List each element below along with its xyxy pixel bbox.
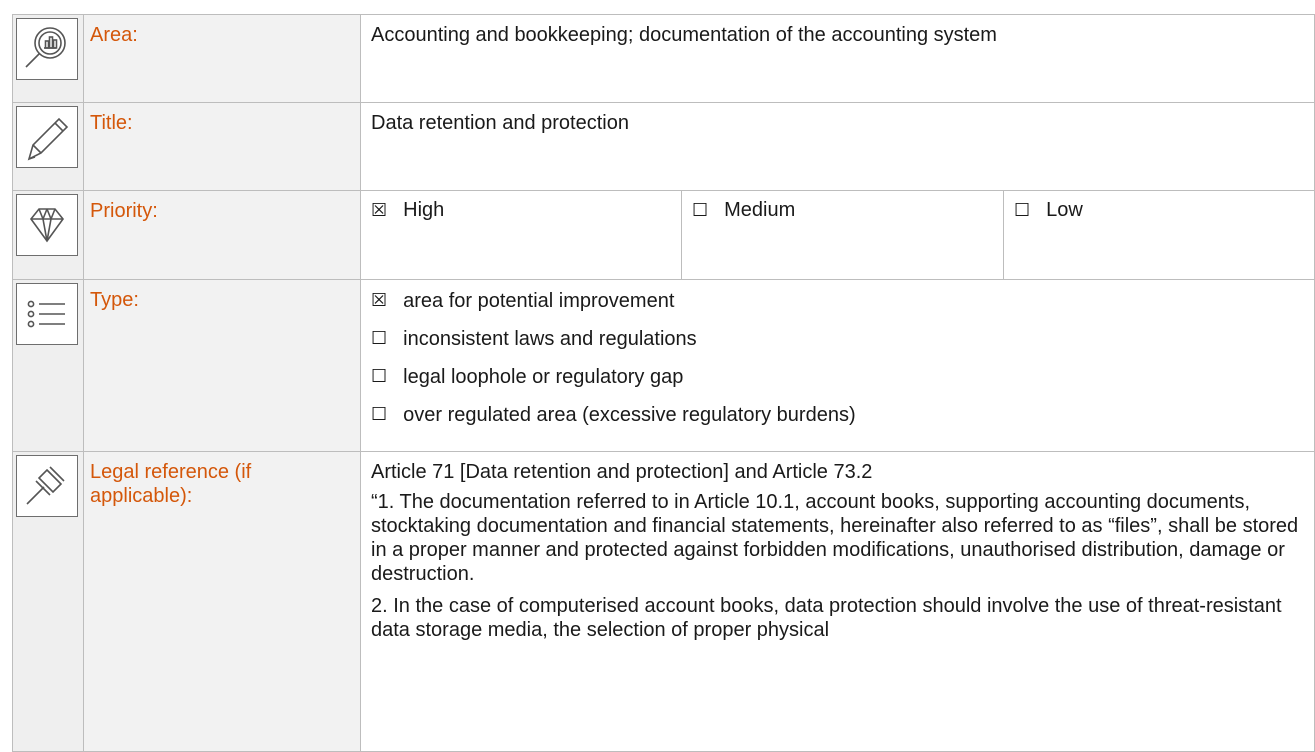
- type-overregulated-checkbox[interactable]: ☐: [371, 403, 387, 427]
- form-table-wrapper: Area: Accounting and bookkeeping; docume…: [12, 14, 1315, 752]
- priority-label: Priority:: [83, 190, 361, 280]
- priority-medium-checkbox[interactable]: ☐: [692, 199, 708, 223]
- type-improvement-label: area for potential improvement: [403, 290, 675, 312]
- priority-options-cell: ☒ High ☐ Medium ☐ Low: [360, 190, 1315, 280]
- legal-reference-value: Article 71 [Data retention and protectio…: [360, 451, 1315, 752]
- title-label: Title:: [83, 102, 361, 191]
- priority-low-checkbox[interactable]: ☐: [1014, 199, 1030, 223]
- gavel-icon: [16, 455, 78, 517]
- type-inconsistent-checkbox[interactable]: ☐: [371, 327, 387, 351]
- type-option-inconsistent[interactable]: ☐ inconsistent laws and regulations: [371, 320, 1304, 358]
- priority-row: Priority: ☒ High ☐ Medium ☐ Low: [12, 190, 1315, 280]
- area-row: Area: Accounting and bookkeeping; docume…: [12, 14, 1315, 103]
- priority-low-label: Low: [1046, 199, 1083, 221]
- assessment-form-table: Area: Accounting and bookkeeping; docume…: [12, 14, 1315, 752]
- type-loophole-label: legal loophole or regulatory gap: [403, 366, 684, 388]
- type-option-improvement[interactable]: ☒ area for potential improvement: [371, 282, 1304, 320]
- type-improvement-checkbox[interactable]: ☒: [371, 289, 387, 313]
- area-icon-cell: [12, 14, 84, 103]
- legal-icon-cell: [12, 451, 84, 752]
- type-icon-cell: [12, 279, 84, 452]
- priority-icon-cell: [12, 190, 84, 280]
- legal-reference-row: Legal reference (if applicable): Article…: [12, 451, 1315, 752]
- priority-high-checkbox[interactable]: ☒: [371, 199, 387, 223]
- legal-reference-paragraph: “1. The documentation referred to in Art…: [371, 491, 1299, 585]
- legal-reference-label: Legal reference (if applicable):: [83, 451, 361, 752]
- type-label: Type:: [83, 279, 361, 452]
- type-inconsistent-label: inconsistent laws and regulations: [403, 328, 697, 350]
- type-row: Type: ☒ area for potential improvement ☐…: [12, 279, 1315, 452]
- type-loophole-checkbox[interactable]: ☐: [371, 365, 387, 389]
- area-label: Area:: [83, 14, 361, 103]
- type-options-cell: ☒ area for potential improvement ☐ incon…: [360, 279, 1315, 452]
- legal-reference-paragraph: 2. In the case of computerised account b…: [371, 595, 1282, 641]
- priority-option-high[interactable]: ☒ High: [361, 191, 681, 279]
- diamond-icon: [16, 194, 78, 256]
- title-row: Title: Data retention and protection: [12, 102, 1315, 191]
- magnifier-chart-icon: [16, 18, 78, 80]
- title-value: Data retention and protection: [360, 102, 1315, 191]
- type-option-overregulated[interactable]: ☐ over regulated area (excessive regulat…: [371, 396, 1304, 434]
- legal-reference-heading: Article 71 [Data retention and protectio…: [371, 461, 873, 483]
- area-value: Accounting and bookkeeping; documentatio…: [360, 14, 1315, 103]
- priority-high-label: High: [403, 199, 445, 221]
- list-icon: [16, 283, 78, 345]
- title-icon-cell: [12, 102, 84, 191]
- pencil-icon: [16, 106, 78, 168]
- priority-option-low[interactable]: ☐ Low: [1003, 191, 1314, 279]
- type-overregulated-label: over regulated area (excessive regulator…: [403, 404, 856, 426]
- priority-option-medium[interactable]: ☐ Medium: [681, 191, 1003, 279]
- priority-medium-label: Medium: [724, 199, 796, 221]
- type-option-loophole[interactable]: ☐ legal loophole or regulatory gap: [371, 358, 1304, 396]
